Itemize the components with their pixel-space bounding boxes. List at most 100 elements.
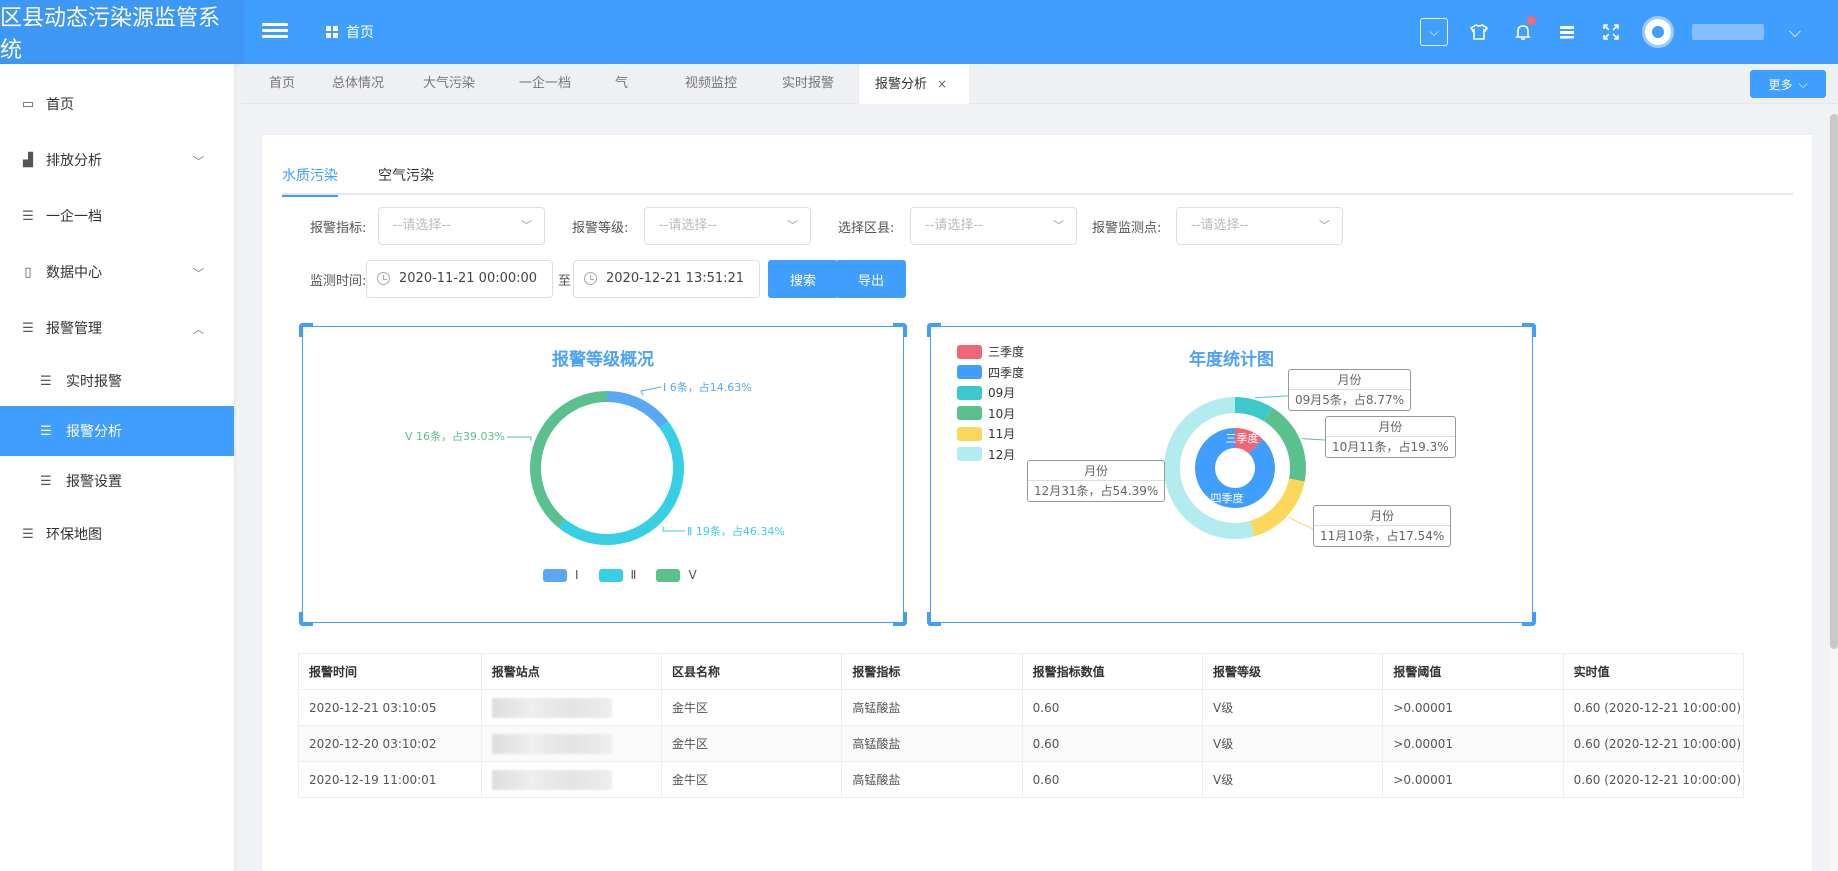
chevron-down-icon: ﹀ xyxy=(193,267,204,280)
level-select[interactable]: --请选择-- ﹀ xyxy=(644,207,811,245)
tab-home[interactable]: 首页 xyxy=(253,64,311,104)
column-header[interactable]: 报警站点 xyxy=(480,653,663,690)
column-header[interactable]: 报警阈值 xyxy=(1382,653,1564,690)
legend-item[interactable]: 12月 xyxy=(957,446,1015,463)
sidebar-item-data-center[interactable]: ▯ 数据中心 ﹀ xyxy=(0,244,234,300)
column-header[interactable]: 报警时间 xyxy=(298,653,482,690)
pie-slice-2[interactable] xyxy=(558,421,684,545)
column-header[interactable]: 报警等级 xyxy=(1201,653,1384,690)
clock-icon xyxy=(377,272,390,285)
label-leader-line xyxy=(1301,438,1326,441)
table-cell: 0.60 (2020-12-21 10:00:00) xyxy=(1562,725,1745,762)
bar-chart-icon: ▟ xyxy=(23,152,33,168)
tab-air-pollution-sub[interactable]: 空气污染 xyxy=(378,165,434,195)
sidebar-item-enterprise-file[interactable]: ☰ 一企一档 xyxy=(0,188,234,244)
indicator-select[interactable]: --请选择-- ﹀ xyxy=(378,207,545,245)
legend-item[interactable]: 10月 xyxy=(957,405,1015,422)
filter-district-label: 选择区县: xyxy=(838,221,895,236)
table-cell: 0.60 xyxy=(1021,761,1204,798)
redacted-station xyxy=(491,733,612,754)
table-header-row: 报警时间 报警站点 区县名称 报警指标 报警指标数值 报警等级 报警阈值 实时值 xyxy=(298,653,1745,690)
clock-icon xyxy=(584,272,597,285)
slice-tooltip: 月份 11月10条，占17.54% xyxy=(1313,505,1452,547)
table-cell xyxy=(480,689,663,726)
sidebar-item-home[interactable]: ▭ 首页 xyxy=(0,76,234,132)
legend-item[interactable]: 11月 xyxy=(957,425,1015,442)
table-grid-icon[interactable] xyxy=(1554,19,1580,45)
username-blurred[interactable] xyxy=(1692,24,1764,40)
export-button[interactable]: 导出 xyxy=(836,260,906,298)
bell-icon[interactable] xyxy=(1510,16,1536,45)
data-label: Ⅴ 16条，占39.03% xyxy=(405,429,505,443)
tabs-bar: 首页 总体情况 大气污染 一企一档 气 视频监控 实时报警 报警分析 × 更多 ⌵ xyxy=(241,64,1838,104)
label-leader-line xyxy=(507,436,532,441)
list-icon: ☰ xyxy=(22,526,34,542)
legend-item[interactable]: Ⅰ xyxy=(543,568,579,582)
pie-slice-1[interactable] xyxy=(607,391,669,428)
table-cell xyxy=(480,725,663,762)
tab-enterprise-file[interactable]: 一企一档 xyxy=(503,64,587,104)
chevron-down-icon[interactable]: ⌵ xyxy=(1782,19,1808,45)
table-row[interactable]: 2020-12-20 03:10:02 金牛区 高锰酸盐 0.60 Ⅴ级 >0.00001… xyxy=(298,725,1745,762)
fullscreen-icon[interactable] xyxy=(1598,19,1624,45)
tab-air-pollution[interactable]: 大气污染 xyxy=(407,64,491,104)
end-time-value: 2020-12-21 13:51:21 xyxy=(606,271,745,286)
legend-item[interactable]: Ⅱ xyxy=(598,568,636,582)
sidebar-item-env-map[interactable]: ☰ 环保地图 xyxy=(0,506,234,562)
legend-label: Ⅴ xyxy=(688,568,697,582)
redacted-station xyxy=(491,697,612,718)
sidebar-item-realtime-alarm[interactable]: ☰ 实时报警 xyxy=(0,356,234,406)
legend-item[interactable]: Ⅴ xyxy=(656,568,697,582)
table-cell: 金牛区 xyxy=(661,725,843,762)
chevron-down-icon: ﹀ xyxy=(787,219,798,232)
more-button-label: 更多 xyxy=(1768,77,1793,92)
legend-item[interactable]: 09月 xyxy=(957,384,1015,401)
tab-alarm-analysis[interactable]: 报警分析 × xyxy=(859,64,969,104)
search-button[interactable]: 搜索 xyxy=(768,260,838,298)
close-icon[interactable]: × xyxy=(937,77,947,91)
sidebar-item-emission-analysis[interactable]: ▟ 排放分析 ﹀ xyxy=(0,132,234,188)
user-avatar[interactable] xyxy=(1642,16,1674,48)
column-header[interactable]: 区县名称 xyxy=(661,653,843,690)
sidebar-item-label: 报警分析 xyxy=(66,424,122,440)
tab-label: 报警分析 xyxy=(875,77,928,92)
sidebar-item-alarm-settings[interactable]: ☰ 报警设置 xyxy=(0,456,234,506)
tooltip-value: 09月5条，占8.77% xyxy=(1295,393,1405,407)
tshirt-icon[interactable] xyxy=(1466,19,1492,45)
tab-video[interactable]: 视频监控 xyxy=(669,64,753,104)
table-cell: 0.60 xyxy=(1021,689,1204,726)
table-row[interactable]: 2020-12-19 11:00:01 金牛区 高锰酸盐 0.60 Ⅴ级 >0.00001… xyxy=(298,761,1745,798)
column-header[interactable]: 报警指标 xyxy=(841,653,1023,690)
monitor-point-select[interactable]: --请选择-- ﹀ xyxy=(1176,207,1343,245)
hamburger-menu-icon[interactable] xyxy=(262,20,288,44)
scrollbar-thumb[interactable] xyxy=(1830,114,1838,649)
legend-swatch xyxy=(598,568,623,582)
redacted-station xyxy=(491,769,612,790)
tab-overall[interactable]: 总体情况 xyxy=(316,64,400,104)
district-select[interactable]: --请选择-- ﹀ xyxy=(910,207,1077,245)
tab-gas[interactable]: 气 xyxy=(599,64,644,104)
notification-dot xyxy=(1527,16,1536,25)
sidebar-item-alarm-management[interactable]: ☰ 报警管理 ︿ xyxy=(0,300,234,356)
legend-item[interactable]: 四季度 xyxy=(957,364,1024,381)
tab-realtime-alarm[interactable]: 实时报警 xyxy=(766,64,850,104)
column-header[interactable]: 报警指标数值 xyxy=(1021,653,1204,690)
legend-label: 11月 xyxy=(988,427,1016,441)
end-time-input[interactable]: 2020-12-21 13:51:21 xyxy=(573,260,760,298)
chevron-down-box-icon[interactable]: ⌵ xyxy=(1420,18,1448,46)
tab-water-pollution[interactable]: 水质污染 xyxy=(282,165,338,197)
grid-icon xyxy=(326,26,338,38)
legend-item[interactable]: 三季度 xyxy=(957,343,1024,360)
sidebar: ▭ 首页 ▟ 排放分析 ﹀ ☰ 一企一档 ▯ 数据中心 ﹀ ☰ 报警管理 ︿ ☰… xyxy=(0,64,234,871)
sidebar-item-label: 一企一档 xyxy=(46,209,102,225)
pie-slice-3[interactable] xyxy=(530,391,607,528)
table-cell: 0.60 (2020-12-21 10:00:00) xyxy=(1562,689,1745,726)
column-header[interactable]: 实时值 xyxy=(1562,653,1745,690)
sidebar-item-alarm-analysis[interactable]: ☰ 报警分析 xyxy=(0,406,234,456)
start-time-input[interactable]: 2020-11-21 00:00:00 xyxy=(366,260,553,298)
breadcrumb-home[interactable]: 首页 xyxy=(346,22,374,42)
table-cell: >0.00001 xyxy=(1382,761,1564,798)
table-cell: Ⅴ级 xyxy=(1201,689,1384,726)
table-row[interactable]: 2020-12-21 03:10:05 金牛区 高锰酸盐 0.60 Ⅴ级 >0.00001… xyxy=(298,689,1745,726)
more-button[interactable]: 更多 ⌵ xyxy=(1750,70,1826,98)
